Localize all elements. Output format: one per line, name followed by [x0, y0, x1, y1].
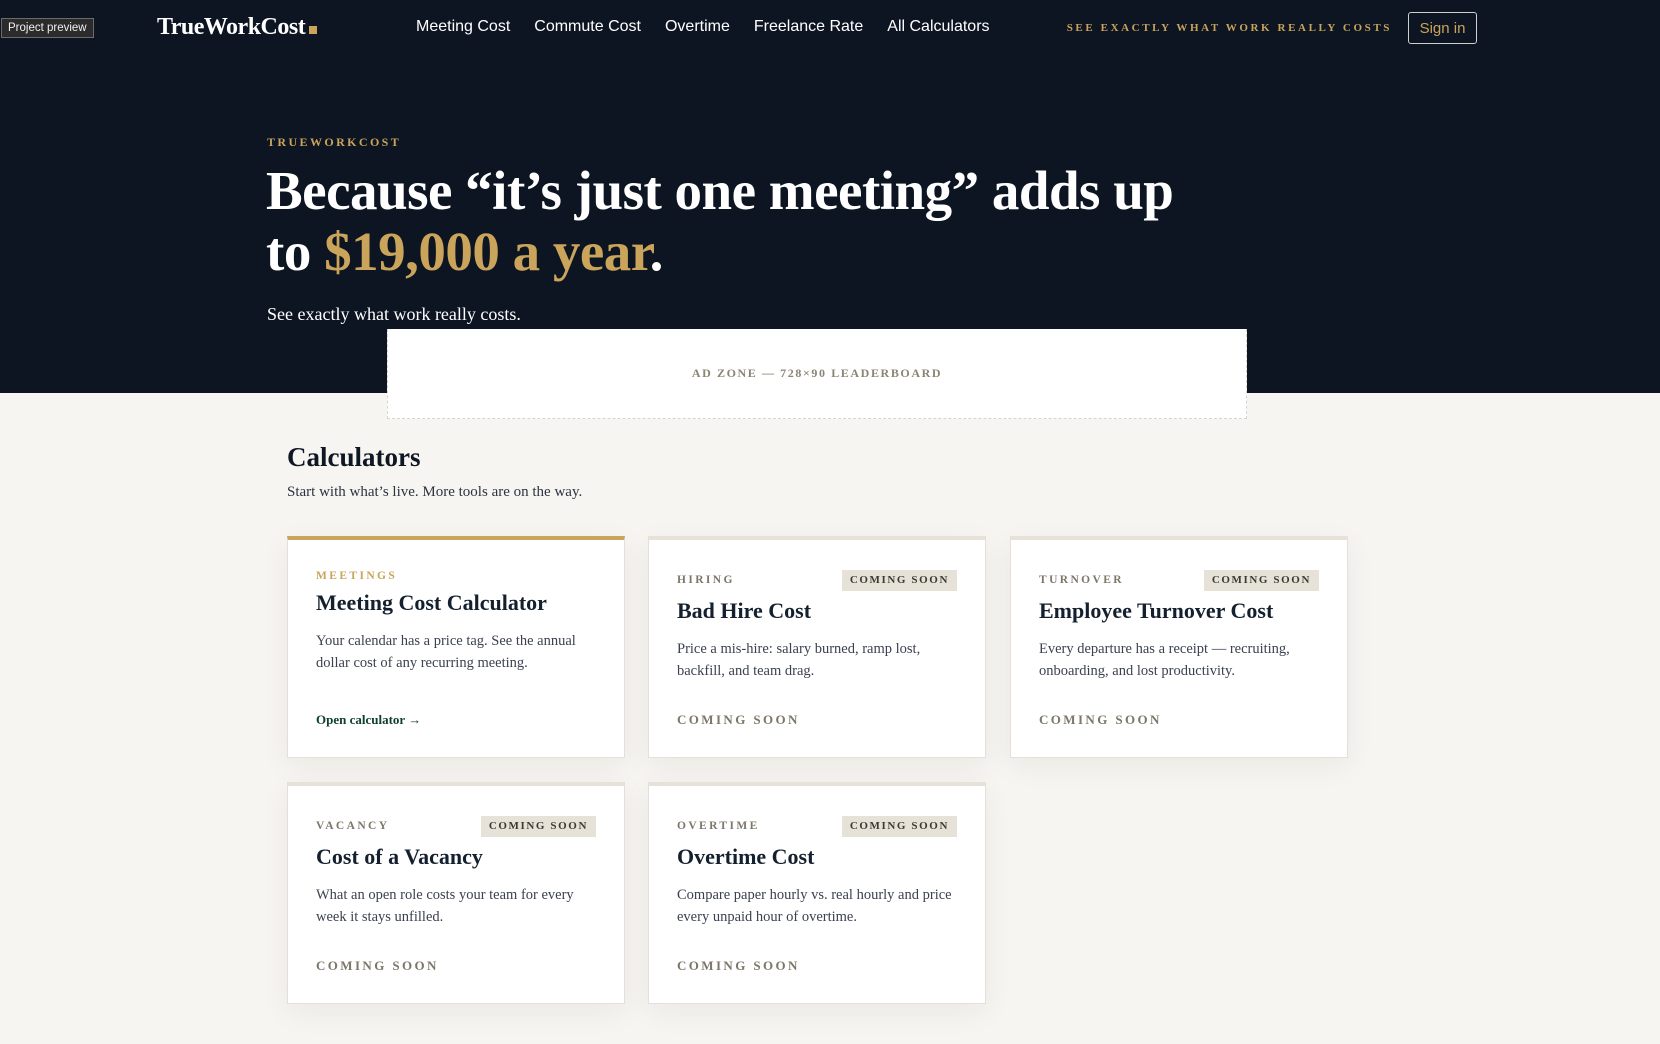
nav-freelance-rate[interactable]: Freelance Rate [754, 18, 863, 36]
card-status: COMING SOON [316, 958, 439, 973]
card-category: HIRING [677, 574, 735, 586]
nav-overtime[interactable]: Overtime [665, 18, 730, 36]
card-overtime-cost[interactable]: OVERTIME COMING SOON Overtime Cost Compa… [648, 782, 986, 1004]
nav-all-calculators[interactable]: All Calculators [887, 18, 989, 36]
headline-accent: $19,000 a year [324, 221, 650, 282]
card-title: Cost of a Vacancy [316, 844, 483, 869]
ad-label: AD ZONE — 728×90 LEADERBOARD [691, 366, 943, 380]
project-preview-badge: Project preview [1, 18, 94, 38]
section-title: Calculators [287, 442, 421, 472]
coming-soon-badge: COMING SOON [841, 816, 957, 837]
card-category: OVERTIME [677, 820, 760, 832]
sign-in-button[interactable]: Sign in [1408, 12, 1477, 44]
card-description: Your calendar has a price tag. See the a… [316, 633, 576, 671]
nav-meeting-cost[interactable]: Meeting Cost [416, 18, 510, 36]
card-status: COMING SOON [1039, 712, 1162, 727]
hero-subhead: See exactly what work really costs. [267, 304, 521, 324]
headline-period: . [649, 221, 664, 282]
card-status: COMING SOON [677, 712, 800, 727]
main-nav: Meeting Cost Commute Cost Overtime Freel… [416, 18, 990, 36]
card-category: MEETINGS [316, 570, 398, 582]
coming-soon-badge: COMING SOON [841, 570, 957, 591]
card-employee-turnover[interactable]: TURNOVER COMING SOON Employee Turnover C… [1010, 536, 1348, 758]
card-category: VACANCY [316, 820, 390, 832]
logo-square-icon [309, 25, 318, 34]
nav-commute-cost[interactable]: Commute Cost [534, 18, 641, 36]
hero-headline: Because “it’s just one meeting” adds up … [266, 160, 1186, 282]
brand-logo[interactable]: TrueWorkCost [157, 14, 318, 41]
card-meeting-cost[interactable]: MEETINGS Meeting Cost Calculator Your ca… [287, 536, 625, 758]
card-title: Employee Turnover Cost [1039, 598, 1274, 623]
ad-leaderboard[interactable]: AD ZONE — 728×90 LEADERBOARD [387, 329, 1247, 419]
hero-eyebrow: TRUEWORKCOST [267, 135, 402, 149]
card-description: Price a mis-hire: salary burned, ramp lo… [677, 641, 921, 679]
coming-soon-badge: COMING SOON [480, 816, 596, 837]
card-description: What an open role costs your team for ev… [316, 887, 574, 925]
card-title: Meeting Cost Calculator [316, 590, 547, 615]
brand-name: TrueWorkCost [157, 14, 306, 40]
card-title: Bad Hire Cost [677, 598, 812, 623]
header-tagline: SEE EXACTLY WHAT WORK REALLY COSTS [1066, 22, 1392, 34]
coming-soon-badge: COMING SOON [1203, 570, 1319, 591]
open-calculator-link[interactable]: Open calculator → [316, 712, 421, 728]
card-title: Overtime Cost [677, 844, 815, 869]
section-subtitle: Start with what’s live. More tools are o… [287, 484, 583, 500]
card-bad-hire[interactable]: HIRING COMING SOON Bad Hire Cost Price a… [648, 536, 986, 758]
card-description: Every departure has a receipt — recruiti… [1039, 641, 1290, 679]
card-status: COMING SOON [677, 958, 800, 973]
card-category: TURNOVER [1039, 574, 1125, 586]
card-description: Compare paper hourly vs. real hourly and… [677, 887, 952, 925]
card-cost-of-vacancy[interactable]: VACANCY COMING SOON Cost of a Vacancy Wh… [287, 782, 625, 1004]
